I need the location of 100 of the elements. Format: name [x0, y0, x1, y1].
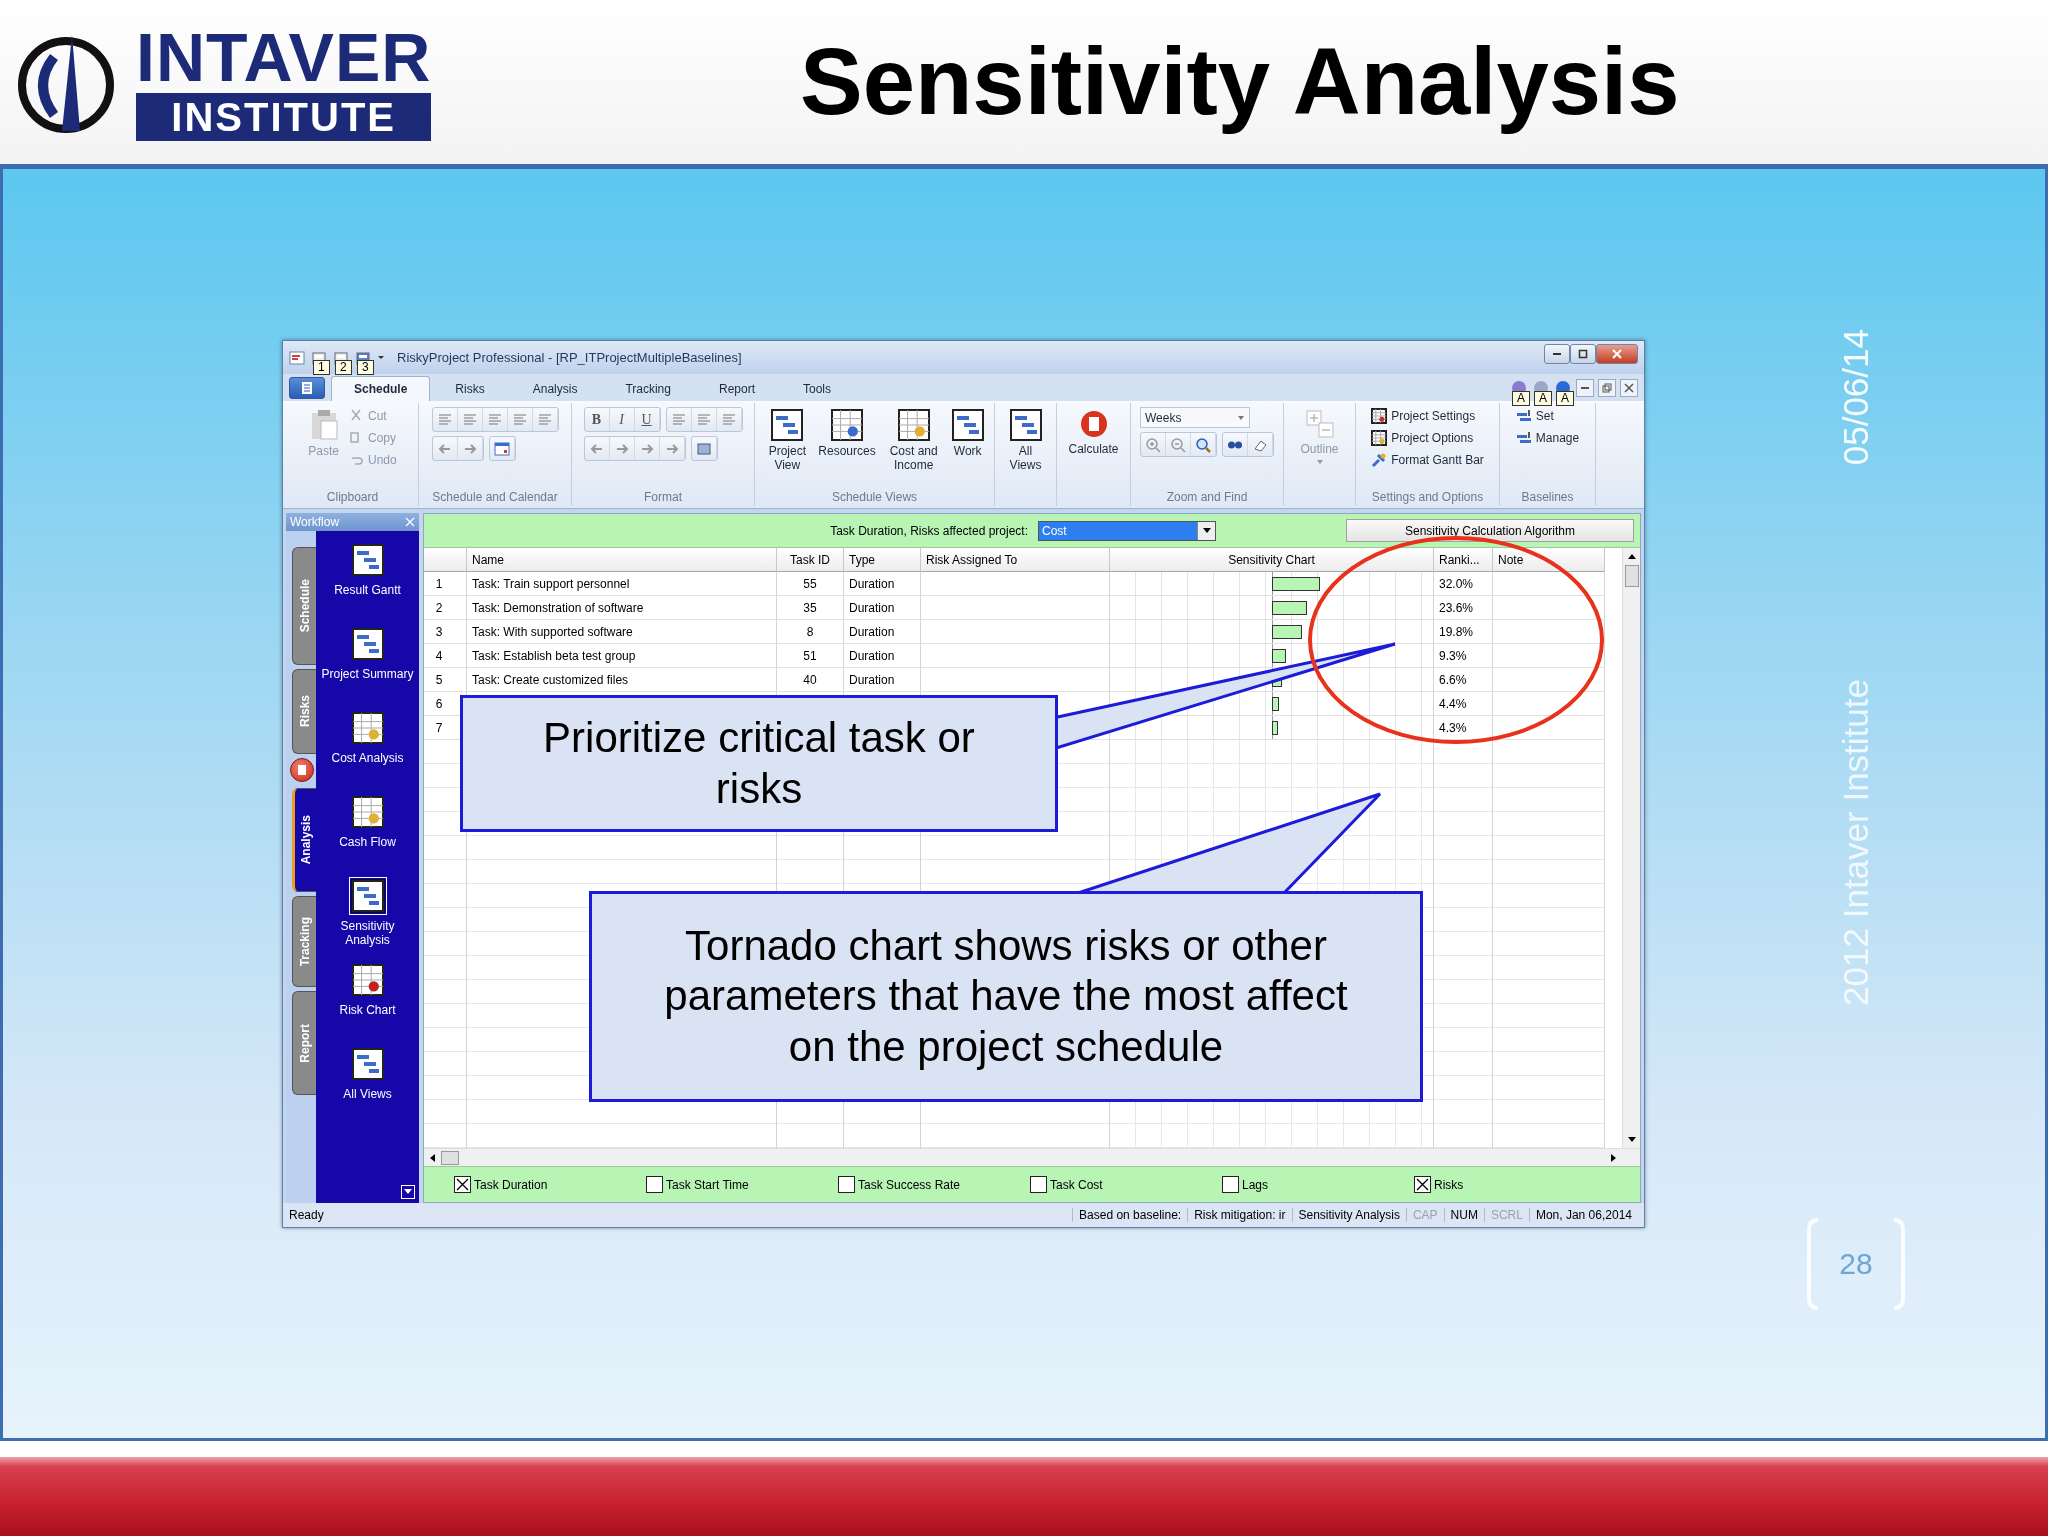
table-cell: 6.6%	[1434, 668, 1493, 692]
table-cell: Task: Establish beta test group	[467, 644, 777, 668]
row-number: 4	[424, 644, 467, 668]
filter-option[interactable]: Lags	[1222, 1176, 1414, 1193]
scroll-thumb[interactable]	[441, 1150, 459, 1165]
status-field: Risk mitigation: ir	[1187, 1208, 1292, 1222]
font-style-button[interactable]: B	[584, 408, 610, 431]
table-cell: Duration	[844, 668, 921, 692]
ribbon-tab[interactable]: Risks	[432, 376, 508, 401]
table-cell: 23.6%	[1434, 596, 1493, 620]
baseline-button[interactable]: Set	[1513, 407, 1582, 425]
filter-option[interactable]: Task Cost	[1030, 1176, 1222, 1193]
column-header[interactable]: Risk Assigned To	[921, 548, 1110, 572]
window-title: RiskyProject Professional - [RP_ITProjectMultipleBaselines]	[397, 350, 742, 365]
baseline-button[interactable]: Manage	[1513, 429, 1582, 447]
minimize-button[interactable]	[1576, 378, 1594, 397]
workflow-item[interactable]: Risk Chart	[319, 961, 416, 1041]
filter-option[interactable]: Task Duration	[454, 1176, 646, 1193]
column-header[interactable]: Sensitivity Chart	[1110, 548, 1434, 572]
settings-button[interactable]: Project Settings	[1369, 407, 1486, 425]
font-style-button[interactable]: U	[634, 408, 660, 431]
checkbox[interactable]	[1222, 1176, 1239, 1193]
row-number: 5	[424, 668, 467, 692]
grid-chart-icon	[951, 409, 984, 441]
checkbox[interactable]	[454, 1176, 471, 1193]
close-button[interactable]	[1596, 343, 1638, 364]
restore-button[interactable]	[1598, 378, 1616, 397]
workflow-item[interactable]: Sensitivity Analysis	[319, 877, 416, 957]
group-label: Baselines	[1521, 490, 1574, 506]
column-header[interactable]: Name	[467, 548, 777, 572]
table-cell: Task: Create customized files	[467, 668, 777, 692]
filter-option[interactable]: Task Success Rate	[838, 1176, 1030, 1193]
align-icon	[695, 411, 712, 428]
row-number: 1	[424, 572, 467, 596]
font-style-button[interactable]: I	[609, 408, 635, 431]
ribbon-tab[interactable]: Tools	[780, 376, 854, 401]
zoom-in-icon	[1145, 436, 1161, 453]
baseline-bars-icon	[1515, 430, 1532, 446]
table-cell: 4.4%	[1434, 692, 1493, 716]
caret-icon	[1627, 1136, 1636, 1143]
calculate-button[interactable]	[290, 758, 314, 782]
column-header[interactable]: Type	[844, 548, 921, 572]
all-views-button[interactable]: All Views	[1003, 407, 1048, 474]
group-label: Format	[644, 490, 682, 506]
gantt-chart-icon	[351, 1048, 384, 1080]
group-label: Schedule Views	[831, 490, 918, 506]
workflow-item[interactable]: Cash Flow	[319, 793, 416, 873]
workflow-item[interactable]: Cost Analysis	[319, 709, 416, 789]
ribbon-tab[interactable]: Schedule	[331, 376, 431, 401]
dots-chart-icon	[351, 964, 384, 996]
filter-option[interactable]: Task Start Time	[646, 1176, 838, 1193]
gantt-chart-icon	[771, 409, 804, 441]
scroll-thumb[interactable]	[1624, 565, 1639, 587]
caret-icon	[1315, 459, 1324, 465]
search-icon	[1195, 436, 1211, 453]
scroll-down-button[interactable]	[401, 1185, 415, 1199]
checkbox[interactable]	[838, 1176, 855, 1193]
settings-button[interactable]: Format Gantt Bar	[1369, 451, 1486, 469]
checkbox[interactable]	[1030, 1176, 1047, 1193]
workflow-tab[interactable]: Analysis	[292, 788, 316, 892]
slide-date: 05/06/14	[1836, 329, 1876, 466]
algorithm-button[interactable]: Sensitivity Calculation Algorithm	[1346, 519, 1634, 542]
column-header[interactable]: Task ID	[777, 548, 844, 572]
table-cell: Task: With supported software	[467, 620, 777, 644]
zoom-out-icon	[1170, 436, 1186, 453]
view-button[interactable]: Work	[949, 407, 986, 460]
binoculars-icon	[1228, 440, 1242, 449]
column-header	[424, 548, 467, 572]
maximize-button[interactable]	[1570, 343, 1596, 364]
checkbox[interactable]	[1414, 1176, 1431, 1193]
table-cell: 32.0%	[1434, 572, 1493, 596]
checkbox[interactable]	[646, 1176, 663, 1193]
view-button[interactable]: Cost and Income	[882, 407, 945, 474]
view-button[interactable]: Resources	[816, 407, 878, 460]
project-dropdown[interactable]: Cost	[1038, 520, 1216, 541]
close-icon	[1612, 348, 1622, 359]
app-menu-button[interactable]	[289, 377, 325, 399]
view-button[interactable]: Project View	[763, 407, 812, 474]
sensitivity-bar	[1272, 600, 1308, 615]
column-header[interactable]: Note	[1493, 548, 1605, 572]
workflow-item[interactable]: Project Summary	[319, 625, 416, 705]
minimize-button[interactable]	[1544, 343, 1570, 364]
ribbon-tab[interactable]: Report	[695, 376, 778, 401]
table-cell: 35	[777, 596, 844, 620]
workflow-item[interactable]: Result Gantt	[319, 541, 416, 621]
table-cell: 8	[777, 620, 844, 644]
scale-dropdown[interactable]: Weeks	[1140, 407, 1250, 428]
ribbon-tab[interactable]: Tracking	[602, 376, 694, 401]
caret-icon	[1237, 413, 1245, 422]
plus-minus-icon	[1304, 409, 1335, 439]
close-button[interactable]	[1620, 378, 1638, 397]
workflow-item[interactable]: All Views	[319, 1045, 416, 1125]
group-label: Zoom and Find	[1166, 490, 1248, 506]
caret-icon	[1627, 553, 1636, 560]
bracket-icon	[1806, 1218, 1820, 1311]
ribbon-tab[interactable]: Analysis	[509, 376, 601, 401]
column-header[interactable]: Ranki...	[1434, 548, 1493, 572]
settings-button[interactable]: Project Options	[1369, 429, 1486, 447]
calculate-button[interactable]: Calculate	[1066, 407, 1121, 458]
filter-option[interactable]: Risks	[1414, 1176, 1606, 1193]
